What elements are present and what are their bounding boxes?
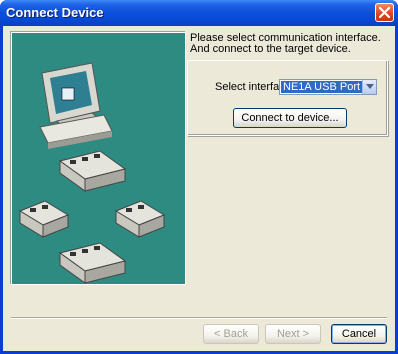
- controller-device-icon: [58, 242, 127, 284]
- title-bar[interactable]: Connect Device: [0, 0, 398, 26]
- connect-device-window: Connect Device Please select communicati…: [0, 0, 398, 354]
- footer-divider: [11, 317, 387, 319]
- connect-to-device-button[interactable]: Connect to device...: [233, 108, 347, 128]
- next-button[interactable]: Next >: [265, 324, 321, 344]
- controller-device-icon: [114, 200, 166, 238]
- computer-icon: [39, 62, 113, 149]
- instruction-text: Please select communication interface. A…: [190, 33, 390, 55]
- instruction-line-2: And connect to the target device.: [190, 43, 351, 55]
- window-title: Connect Device: [6, 5, 104, 20]
- dropdown-button[interactable]: [362, 80, 376, 94]
- controller-device-icon: [58, 150, 127, 192]
- controller-device-icon: [18, 200, 70, 238]
- back-button[interactable]: < Back: [203, 324, 259, 344]
- cancel-button[interactable]: Cancel: [331, 324, 387, 344]
- dialog-body: Please select communication interface. A…: [3, 26, 395, 351]
- close-button[interactable]: [375, 3, 394, 22]
- close-icon: [379, 7, 390, 18]
- interface-select[interactable]: NE1A USB Port: [279, 79, 377, 95]
- interface-select-value: NE1A USB Port: [281, 81, 363, 93]
- network-illustration: [11, 32, 186, 285]
- dropdown-arrow-icon: [366, 84, 374, 89]
